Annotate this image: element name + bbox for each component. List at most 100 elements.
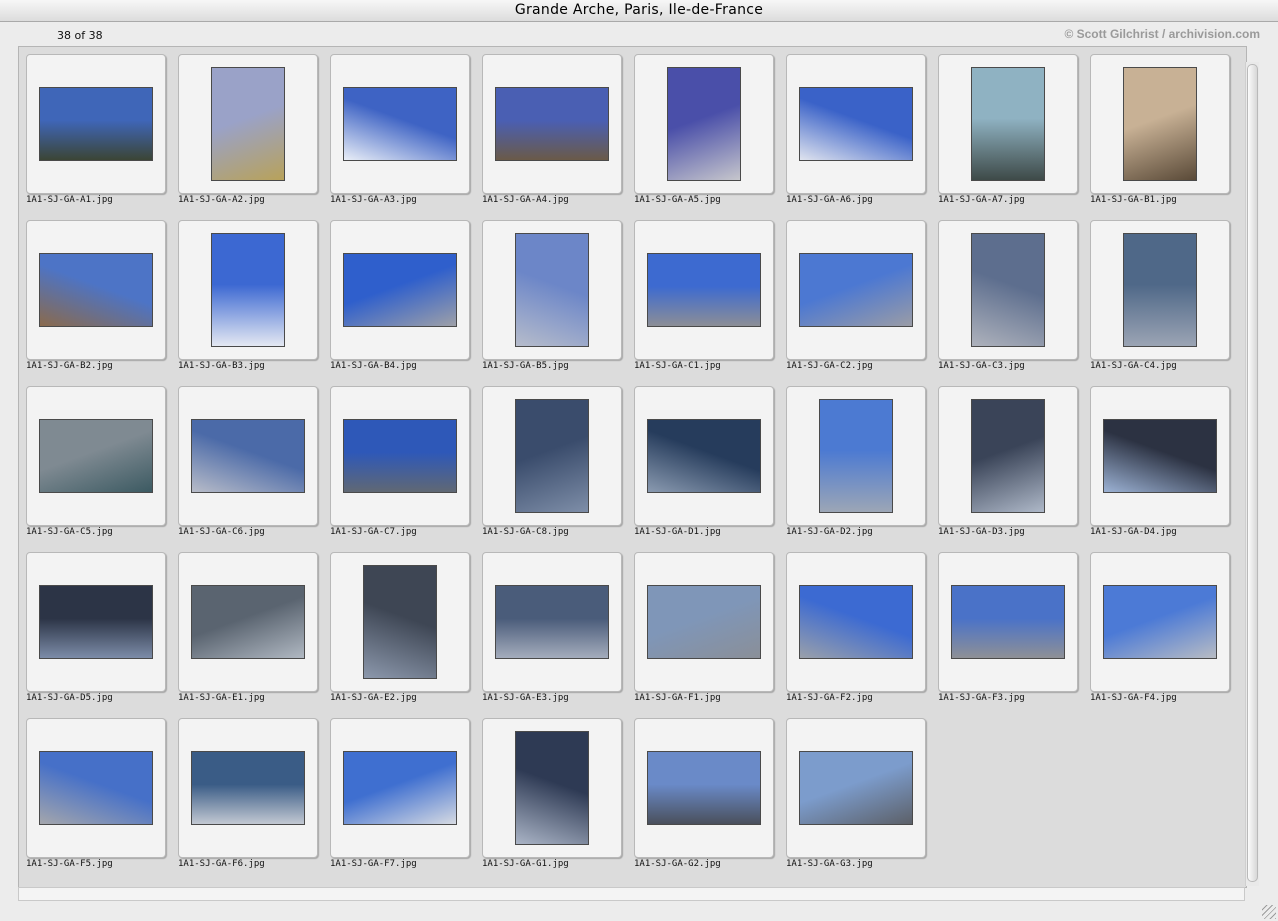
thumbnail-item[interactable]: 1A1-SJ-GA-C6.jpg	[178, 386, 318, 546]
photo-thumbnail[interactable]	[363, 565, 437, 679]
photo-thumbnail[interactable]	[647, 253, 761, 327]
thumbnail-item[interactable]: 1A1-SJ-GA-B3.jpg	[178, 220, 318, 380]
slide-mount[interactable]	[482, 718, 622, 858]
slide-mount[interactable]	[330, 718, 470, 858]
slide-mount[interactable]	[938, 220, 1078, 360]
photo-thumbnail[interactable]	[647, 419, 761, 493]
slide-mount[interactable]	[330, 220, 470, 360]
slide-mount[interactable]	[330, 386, 470, 526]
photo-thumbnail[interactable]	[191, 751, 305, 825]
thumbnail-item[interactable]: 1A1-SJ-GA-D2.jpg	[786, 386, 926, 546]
photo-thumbnail[interactable]	[1123, 233, 1197, 347]
thumbnail-item[interactable]: 1A1-SJ-GA-A5.jpg	[634, 54, 774, 214]
slide-mount[interactable]	[330, 552, 470, 692]
thumbnail-item[interactable]: 1A1-SJ-GA-E2.jpg	[330, 552, 470, 712]
photo-thumbnail[interactable]	[1103, 419, 1217, 493]
slide-mount[interactable]	[178, 718, 318, 858]
photo-thumbnail[interactable]	[343, 419, 457, 493]
thumbnail-item[interactable]: 1A1-SJ-GA-F5.jpg	[26, 718, 166, 878]
thumbnail-item[interactable]: 1A1-SJ-GA-C8.jpg	[482, 386, 622, 546]
thumbnail-item[interactable]: 1A1-SJ-GA-A1.jpg	[26, 54, 166, 214]
photo-thumbnail[interactable]	[39, 253, 153, 327]
thumbnail-item[interactable]: 1A1-SJ-GA-E3.jpg	[482, 552, 622, 712]
slide-mount[interactable]	[178, 220, 318, 360]
thumbnail-item[interactable]: 1A1-SJ-GA-F7.jpg	[330, 718, 470, 878]
thumbnail-item[interactable]: 1A1-SJ-GA-B5.jpg	[482, 220, 622, 380]
thumbnail-item[interactable]: 1A1-SJ-GA-C7.jpg	[330, 386, 470, 546]
slide-mount[interactable]	[786, 718, 926, 858]
photo-thumbnail[interactable]	[39, 87, 153, 161]
thumbnail-item[interactable]: 1A1-SJ-GA-A7.jpg	[938, 54, 1078, 214]
thumbnail-item[interactable]: 1A1-SJ-GA-A4.jpg	[482, 54, 622, 214]
photo-thumbnail[interactable]	[647, 585, 761, 659]
photo-thumbnail[interactable]	[647, 751, 761, 825]
thumbnail-item[interactable]: 1A1-SJ-GA-C4.jpg	[1090, 220, 1230, 380]
thumbnail-item[interactable]: 1A1-SJ-GA-A6.jpg	[786, 54, 926, 214]
photo-thumbnail[interactable]	[819, 399, 893, 513]
slide-mount[interactable]	[634, 54, 774, 194]
thumbnail-item[interactable]: 1A1-SJ-GA-C1.jpg	[634, 220, 774, 380]
thumbnail-item[interactable]: 1A1-SJ-GA-D1.jpg	[634, 386, 774, 546]
photo-thumbnail[interactable]	[971, 233, 1045, 347]
slide-mount[interactable]	[482, 552, 622, 692]
slide-mount[interactable]	[938, 54, 1078, 194]
photo-thumbnail[interactable]	[343, 751, 457, 825]
photo-thumbnail[interactable]	[211, 67, 285, 181]
thumbnail-item[interactable]: 1A1-SJ-GA-D5.jpg	[26, 552, 166, 712]
slide-mount[interactable]	[482, 386, 622, 526]
thumbnail-item[interactable]: 1A1-SJ-GA-C3.jpg	[938, 220, 1078, 380]
slide-mount[interactable]	[26, 552, 166, 692]
photo-thumbnail[interactable]	[191, 419, 305, 493]
slide-mount[interactable]	[634, 718, 774, 858]
thumbnail-item[interactable]: 1A1-SJ-GA-D4.jpg	[1090, 386, 1230, 546]
photo-thumbnail[interactable]	[515, 233, 589, 347]
thumbnail-item[interactable]: 1A1-SJ-GA-F3.jpg	[938, 552, 1078, 712]
thumbnail-item[interactable]: 1A1-SJ-GA-F4.jpg	[1090, 552, 1230, 712]
slide-mount[interactable]	[1090, 386, 1230, 526]
photo-thumbnail[interactable]	[971, 67, 1045, 181]
vertical-scrollbar[interactable]	[1245, 62, 1259, 886]
slide-mount[interactable]	[786, 386, 926, 526]
thumbnail-item[interactable]: 1A1-SJ-GA-G1.jpg	[482, 718, 622, 878]
photo-thumbnail[interactable]	[515, 731, 589, 845]
photo-thumbnail[interactable]	[799, 751, 913, 825]
slide-mount[interactable]	[1090, 552, 1230, 692]
photo-thumbnail[interactable]	[191, 585, 305, 659]
slide-mount[interactable]	[786, 54, 926, 194]
photo-thumbnail[interactable]	[343, 87, 457, 161]
photo-thumbnail[interactable]	[951, 585, 1065, 659]
thumbnail-item[interactable]: 1A1-SJ-GA-A3.jpg	[330, 54, 470, 214]
slide-mount[interactable]	[938, 386, 1078, 526]
slide-mount[interactable]	[634, 386, 774, 526]
slide-mount[interactable]	[26, 718, 166, 858]
photo-thumbnail[interactable]	[1103, 585, 1217, 659]
slide-mount[interactable]	[26, 386, 166, 526]
thumbnail-item[interactable]: 1A1-SJ-GA-E1.jpg	[178, 552, 318, 712]
photo-thumbnail[interactable]	[343, 253, 457, 327]
photo-thumbnail[interactable]	[495, 585, 609, 659]
slide-mount[interactable]	[1090, 220, 1230, 360]
photo-thumbnail[interactable]	[1123, 67, 1197, 181]
thumbnail-item[interactable]: 1A1-SJ-GA-C2.jpg	[786, 220, 926, 380]
slide-mount[interactable]	[1090, 54, 1230, 194]
photo-thumbnail[interactable]	[799, 87, 913, 161]
thumbnail-item[interactable]: 1A1-SJ-GA-B4.jpg	[330, 220, 470, 380]
slide-mount[interactable]	[178, 54, 318, 194]
slide-mount[interactable]	[634, 552, 774, 692]
scrollbar-thumb[interactable]	[1247, 64, 1258, 882]
thumbnail-item[interactable]: 1A1-SJ-GA-C5.jpg	[26, 386, 166, 546]
slide-mount[interactable]	[26, 220, 166, 360]
photo-thumbnail[interactable]	[495, 87, 609, 161]
thumbnail-item[interactable]: 1A1-SJ-GA-B1.jpg	[1090, 54, 1230, 214]
slide-mount[interactable]	[786, 552, 926, 692]
slide-mount[interactable]	[26, 54, 166, 194]
thumbnail-item[interactable]: 1A1-SJ-GA-F6.jpg	[178, 718, 318, 878]
photo-thumbnail[interactable]	[39, 419, 153, 493]
photo-thumbnail[interactable]	[799, 585, 913, 659]
photo-thumbnail[interactable]	[667, 67, 741, 181]
thumbnail-item[interactable]: 1A1-SJ-GA-F2.jpg	[786, 552, 926, 712]
slide-mount[interactable]	[330, 54, 470, 194]
slide-mount[interactable]	[634, 220, 774, 360]
slide-mount[interactable]	[938, 552, 1078, 692]
slide-mount[interactable]	[178, 552, 318, 692]
